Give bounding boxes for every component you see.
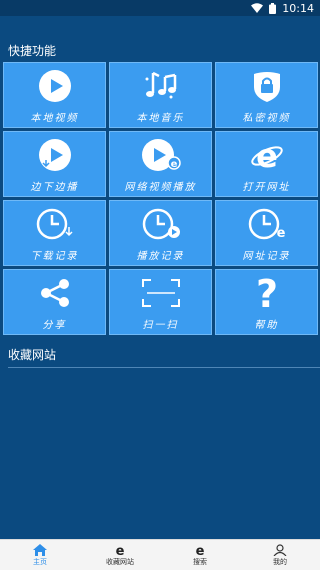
tile-share[interactable]: 分享: [3, 269, 106, 335]
nav-label: 搜索: [193, 557, 207, 566]
svg-text:e: e: [116, 544, 125, 556]
tile-network-video[interactable]: e 网络视频播放: [109, 131, 212, 197]
nav-label: 我的: [273, 557, 287, 566]
nav-favorites[interactable]: e 收藏网站: [80, 544, 160, 567]
tile-local-music[interactable]: 本地音乐: [109, 62, 212, 128]
play-circle-icon: [38, 69, 72, 107]
tile-label: 扫一扫: [142, 320, 179, 331]
tile-label: 本地视频: [30, 113, 79, 124]
clock-play-icon: [141, 207, 181, 245]
tile-url-history[interactable]: e 网址记录: [215, 200, 318, 266]
svg-text:?: ?: [255, 275, 277, 311]
tile-download-history[interactable]: 下载记录: [3, 200, 106, 266]
battery-icon: [269, 2, 277, 14]
ie-icon: e: [113, 544, 127, 557]
tile-label: 网址记录: [242, 251, 291, 262]
section-title-quick: 快捷功能: [8, 44, 57, 58]
status-bar: 10:14: [0, 0, 320, 16]
nav-home[interactable]: 主页: [0, 543, 80, 567]
tile-label: 下载记录: [30, 251, 79, 262]
help-icon: ?: [252, 272, 282, 316]
tile-label: 帮助: [254, 320, 279, 331]
svg-text:e: e: [256, 138, 278, 172]
tile-scan[interactable]: 扫一扫: [109, 269, 212, 335]
svg-text:e: e: [276, 226, 285, 241]
tile-label: 播放记录: [136, 251, 185, 262]
tile-label: 私密视频: [242, 113, 291, 124]
section-title-favorites: 收藏网站: [8, 348, 57, 362]
tile-label: 边下边播: [30, 182, 79, 193]
tile-label: 本地音乐: [136, 113, 185, 124]
clock-download-icon: [35, 207, 75, 245]
tile-label: 分享: [42, 320, 67, 331]
quick-grid: 本地视频 本地音乐 私密视频 边下边播 e 网络视频播放 e 打开网址 下载记录…: [3, 62, 318, 338]
nav-mine[interactable]: 我的: [240, 543, 320, 567]
tile-label: 网络视频播放: [124, 182, 197, 193]
nav-search[interactable]: e 搜索: [160, 544, 240, 567]
music-notes-icon: [143, 69, 179, 107]
tile-play-while-download[interactable]: 边下边播: [3, 131, 106, 197]
tile-local-video[interactable]: 本地视频: [3, 62, 106, 128]
status-time: 10:14: [282, 1, 314, 15]
wifi-icon: [251, 3, 264, 13]
divider: [8, 367, 320, 368]
svg-text:e: e: [170, 159, 177, 170]
play-download-icon: [38, 138, 72, 176]
nav-label: 收藏网站: [106, 557, 134, 566]
home-icon: [33, 543, 47, 557]
bottom-nav: 主页 e 收藏网站 e 搜索 我的: [0, 539, 320, 570]
clock-ie-icon: e: [247, 207, 287, 245]
svg-text:e: e: [196, 544, 205, 556]
tile-open-url[interactable]: e 打开网址: [215, 131, 318, 197]
tile-play-history[interactable]: 播放记录: [109, 200, 212, 266]
nav-label: 主页: [33, 557, 47, 566]
ie-icon: e: [193, 544, 207, 557]
user-icon: [273, 543, 287, 557]
scan-icon: [141, 278, 181, 312]
lock-shield-icon: [250, 69, 284, 107]
tile-label: 打开网址: [242, 182, 291, 193]
tile-help[interactable]: ? 帮助: [215, 269, 318, 335]
play-ie-icon: e: [141, 138, 181, 176]
share-icon: [38, 276, 72, 314]
ie-icon: e: [250, 137, 284, 176]
tile-private-video[interactable]: 私密视频: [215, 62, 318, 128]
